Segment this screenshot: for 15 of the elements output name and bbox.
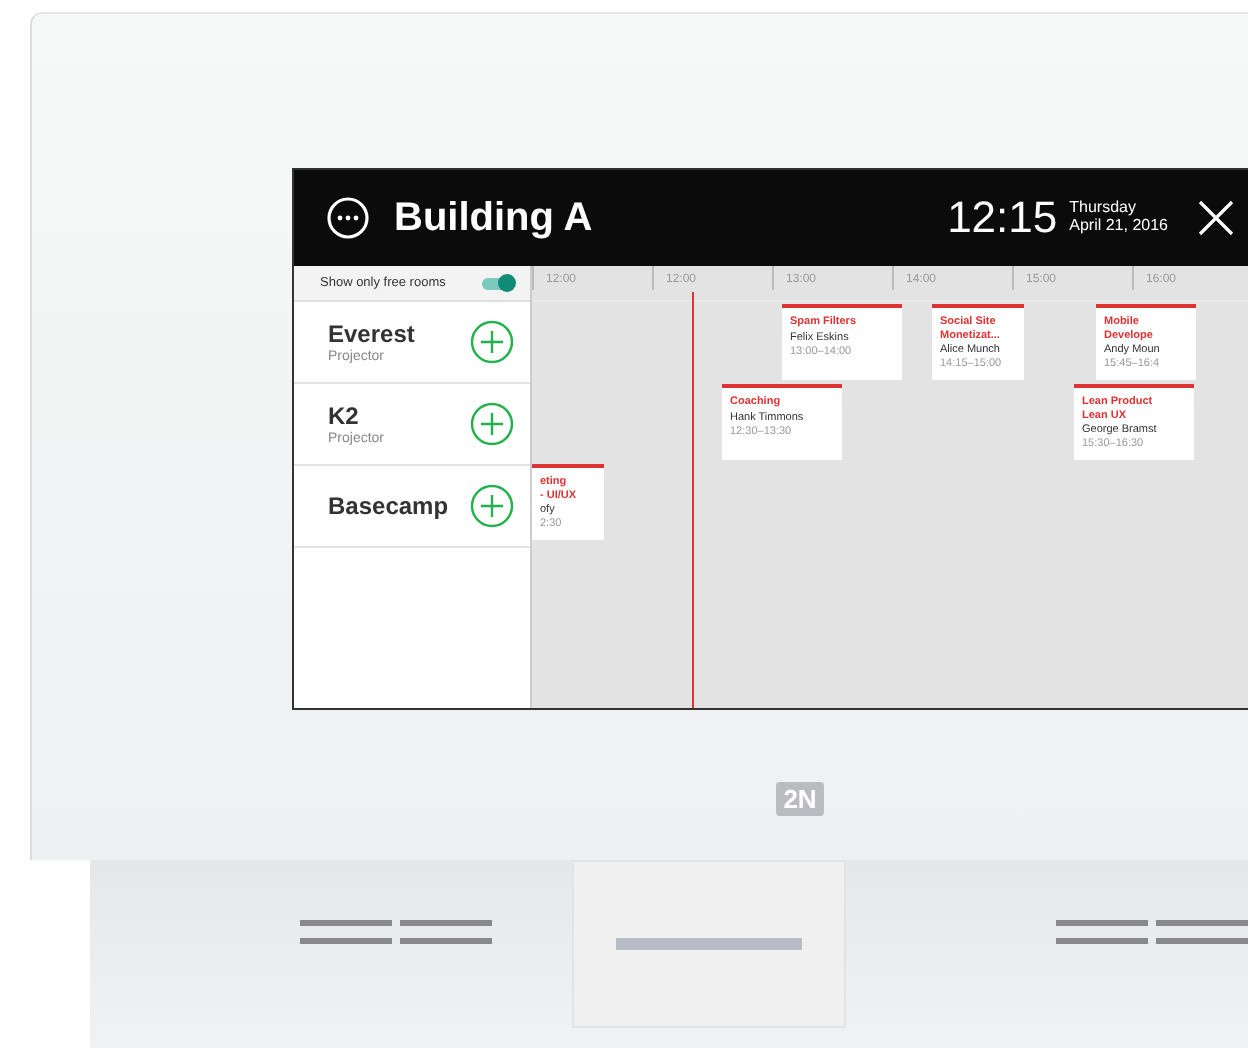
free-rooms-toggle[interactable]: [482, 277, 514, 289]
add-icon[interactable]: [470, 402, 514, 446]
weekday-label: Thursday: [1069, 200, 1138, 218]
room-name: Everest: [328, 320, 415, 348]
room-name: Basecamp: [328, 492, 449, 520]
device-logo: 2N: [775, 782, 825, 816]
date-label: April 21, 2016: [1069, 218, 1168, 236]
more-menu-icon[interactable]: [326, 196, 370, 240]
clock-time: 12:15: [947, 192, 1058, 244]
add-icon[interactable]: [470, 484, 514, 528]
room-name: K2: [328, 402, 361, 430]
building-title: Building A: [394, 195, 593, 241]
close-icon[interactable]: [1196, 198, 1236, 238]
add-icon[interactable]: [470, 320, 514, 364]
room-row[interactable]: Basecamp: [294, 466, 530, 548]
